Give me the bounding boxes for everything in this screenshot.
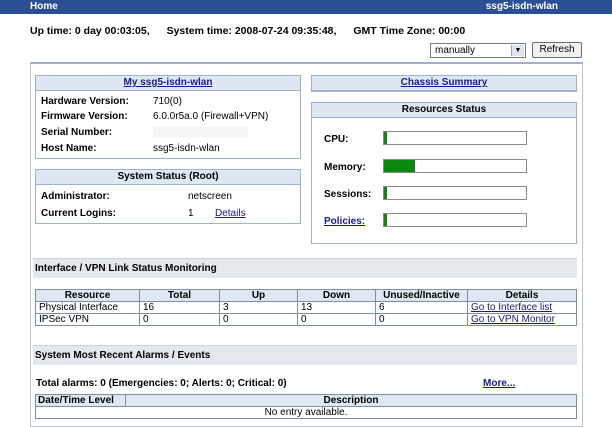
cell-unused: 0 [375,313,468,326]
firmware-version-label: Firmware Version: [41,111,128,122]
interface-section-title: Interface / VPN Link Status Monitoring [33,258,577,278]
more-alarms-link[interactable]: More... [483,378,515,389]
interface-list-link[interactable]: Go to Interface list [467,301,577,314]
policies-bar-fill [384,214,387,226]
system-status-header: System Status (Root) [36,170,300,185]
cell-total: 16 [139,301,220,314]
current-logins-value: 1 [188,208,194,219]
cpu-bar-fill [384,132,387,144]
system-time-text: System time: 2008-07-24 09:35:48, [166,25,337,37]
administrator-value: netscreen [188,191,232,202]
memory-bar [383,159,527,173]
table-header-row: Date/Time Level Description [35,394,577,407]
serial-number-value [153,127,248,137]
table-header-row: Resource Total Up Down Unused/Inactive D… [35,289,577,302]
refresh-mode-value: manually [435,45,476,56]
firmware-version-value: 6.0.0r5a.0 (Firewall+VPN) [153,111,269,122]
col-description: Description [125,394,577,407]
col-total: Total [139,289,220,302]
hardware-version-value: 710(0) [153,96,182,107]
memory-label: Memory: [324,162,366,173]
col-up: Up [219,289,298,302]
cell-resource: IPSec VPN [35,313,140,326]
host-name-label: Host Name: [41,143,97,154]
device-info-header: My ssg5-isdn-wlan [36,76,300,91]
gmt-text: GMT Time Zone: 00:00 [353,25,466,37]
current-logins-label: Current Logins: [41,208,116,219]
host-name-value: ssg5-isdn-wlan [153,143,220,154]
table-row: Physical Interface 16 3 13 6 Go to Inter… [35,301,577,314]
col-datetime-level: Date/Time Level [35,394,126,407]
serial-number-label: Serial Number: [41,127,113,138]
sessions-bar [383,186,527,200]
col-unused: Unused/Inactive [375,289,468,302]
alarms-section-title: System Most Recent Alarms / Events [33,345,577,365]
memory-bar-fill [384,160,416,172]
table-row: No entry available. [35,406,577,419]
interface-table: Resource Total Up Down Unused/Inactive D… [35,289,577,326]
vpn-monitor-link[interactable]: Go to VPN Monitor [467,313,577,326]
col-resource: Resource [35,289,140,302]
chevron-down-icon[interactable]: ▼ [511,45,524,56]
refresh-button[interactable]: Refresh [532,42,582,58]
cell-unused: 6 [375,301,468,314]
chassis-summary-link[interactable]: Chassis Summary [401,77,488,88]
col-details: Details [467,289,577,302]
resources-status-header: Resources Status [312,103,576,118]
cell-total: 0 [139,313,220,326]
sessions-bar-fill [384,187,387,199]
cell-up: 3 [219,301,298,314]
device-info-link[interactable]: My ssg5-isdn-wlan [124,77,213,88]
alarm-totals: Total alarms: 0 (Emergencies: 0; Alerts:… [36,378,287,389]
no-entry-cell: No entry available. [35,406,577,419]
col-down: Down [297,289,376,302]
status-line: Up time: 0 day 00:03:05, System time: 20… [30,25,479,37]
cell-resource: Physical Interface [35,301,140,314]
top-bar: Home ssg5-isdn-wlan [0,0,612,14]
table-row: IPSec VPN 0 0 0 0 Go to VPN Monitor [35,313,577,326]
cpu-bar [383,131,527,145]
cell-up: 0 [219,313,298,326]
cell-down: 13 [297,301,376,314]
refresh-mode-select[interactable]: manually ▼ [430,43,526,58]
policies-link[interactable]: Policies: [324,216,365,227]
cpu-label: CPU: [324,134,349,145]
policies-bar [383,213,527,227]
uptime-text: Up time: 0 day 00:03:05, [30,25,150,37]
chassis-summary-header: Chassis Summary [312,76,576,91]
hardware-version-label: Hardware Version: [41,96,129,107]
cell-down: 0 [297,313,376,326]
details-link[interactable]: Details [215,208,246,219]
administrator-label: Administrator: [41,191,110,202]
home-link[interactable]: Home [30,1,58,12]
device-name: ssg5-isdn-wlan [485,1,558,12]
alarms-table: Date/Time Level Description No entry ava… [35,394,577,419]
chassis-summary-box: Chassis Summary [311,75,577,92]
sessions-label: Sessions: [324,189,372,200]
